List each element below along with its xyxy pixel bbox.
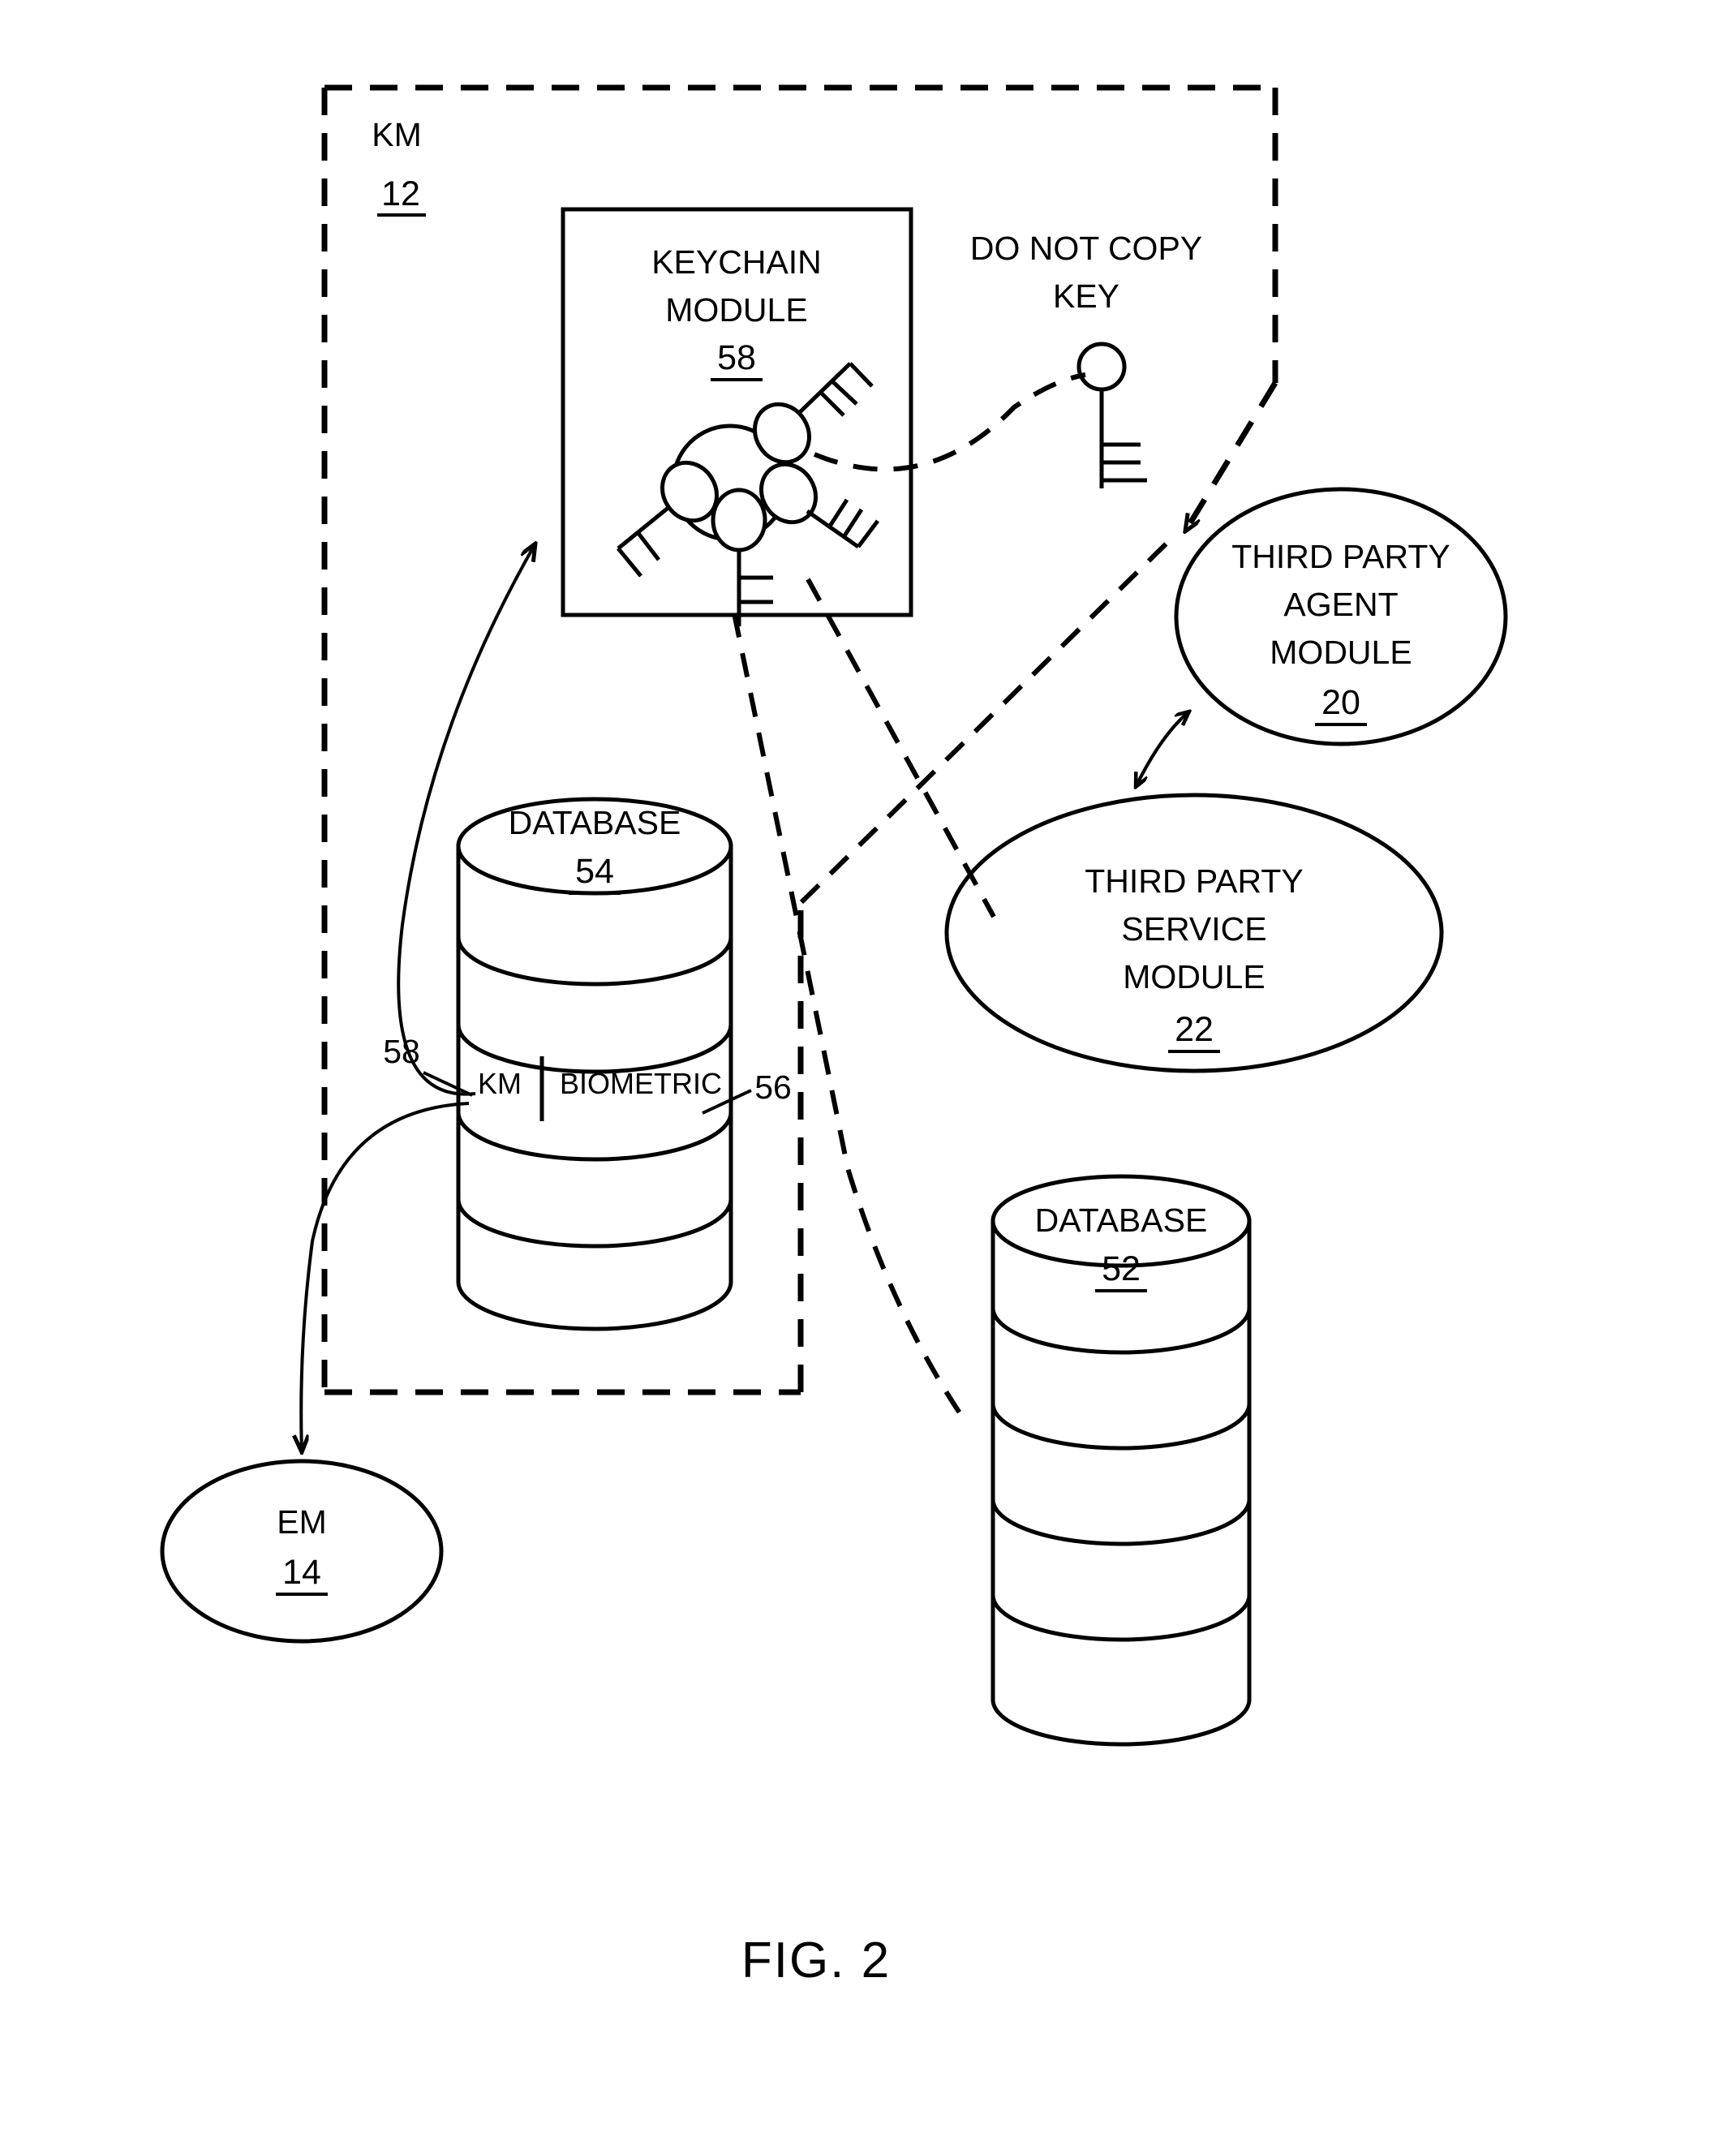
- key-head-bottom: [711, 488, 767, 552]
- em-module-label: EM: [277, 1503, 327, 1541]
- third-party-agent-line3: MODULE: [1270, 634, 1412, 671]
- database-54: DATABASE 54 KM BIOMETRIC 58 56: [383, 797, 792, 1331]
- database-54-label: DATABASE: [509, 804, 681, 841]
- database-52-label: DATABASE: [1035, 1202, 1208, 1239]
- boundary-label-group: KM 12: [372, 116, 426, 217]
- database-54-segment-biometric: BIOMETRIC: [560, 1067, 722, 1100]
- database-52: DATABASE 52: [990, 1174, 1252, 1747]
- do-not-copy-key-line1: DO NOT COPY: [970, 230, 1202, 267]
- keychain-module-ref: 58: [717, 338, 756, 377]
- figure-canvas: KM 12 KEYCHAIN MODULE 58 DO NOT COPY KEY…: [160, 84, 1508, 1988]
- third-party-service-module: THIRD PARTY SERVICE MODULE 22: [944, 793, 1444, 1073]
- third-party-service-line1: THIRD PARTY: [1085, 862, 1304, 900]
- em-module-ellipse: [160, 1459, 444, 1644]
- database-54-segment-km: KM: [478, 1067, 522, 1100]
- em-module: EM 14: [160, 1459, 444, 1644]
- third-party-service-ref: 22: [1175, 1010, 1214, 1049]
- do-not-copy-key-line2: KEY: [1053, 277, 1119, 315]
- key-head-icon: [1076, 342, 1127, 392]
- third-party-agent-line1: THIRD PARTY: [1231, 538, 1450, 575]
- third-party-service-line3: MODULE: [1123, 958, 1265, 995]
- third-party-agent-module: THIRD PARTY AGENT MODULE 20: [1174, 487, 1508, 746]
- boundary-label: KM: [372, 116, 422, 153]
- do-not-copy-key-icon: [1076, 342, 1147, 488]
- do-not-copy-key-group: DO NOT COPY KEY: [970, 230, 1202, 488]
- keychain-to-database52-connector: [732, 613, 968, 1423]
- agent-service-arrow-up: [1134, 712, 1189, 788]
- agent-service-bidirectional-arrow: [1136, 712, 1189, 787]
- keychain-module-line2: MODULE: [665, 291, 807, 329]
- patent-figure: KM 12 KEYCHAIN MODULE 58 DO NOT COPY KEY…: [0, 0, 1736, 2141]
- database-54-callout-56-label: 56: [754, 1068, 792, 1106]
- keychain-module-line1: KEYCHAIN: [651, 243, 822, 281]
- database-52-body: [990, 1219, 1252, 1747]
- third-party-agent-line2: AGENT: [1283, 586, 1398, 623]
- agent-service-arrow-down: [1136, 710, 1191, 787]
- database-54-ref: 54: [575, 852, 614, 891]
- database-52-ref: 52: [1102, 1249, 1141, 1288]
- em-module-ref: 14: [282, 1553, 321, 1592]
- figure-caption: FIG. 2: [741, 1932, 891, 1988]
- third-party-agent-ref: 20: [1321, 683, 1360, 722]
- boundary-ref: 12: [381, 174, 420, 213]
- third-party-service-line2: SERVICE: [1121, 910, 1266, 948]
